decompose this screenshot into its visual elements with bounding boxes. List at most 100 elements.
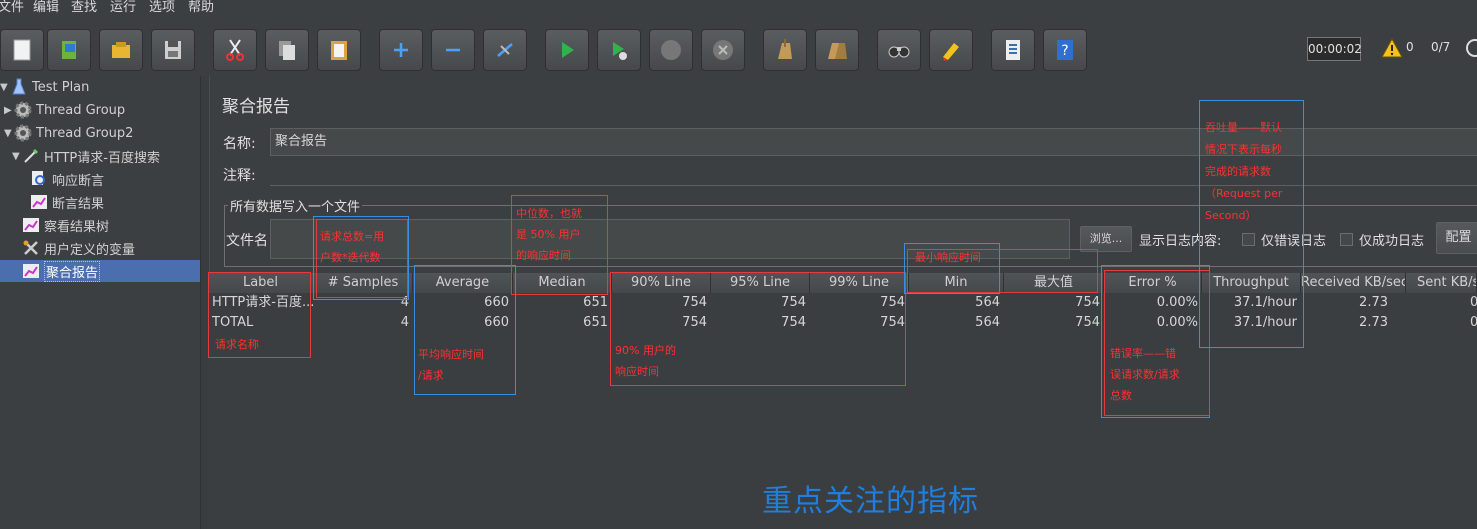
cell-max: 754 bbox=[1075, 295, 1100, 310]
menubar: 文件 编辑 查找 运行 选项 帮助 bbox=[0, 0, 1477, 18]
annotation-throughput-note-4: （Request per bbox=[1205, 187, 1283, 200]
templates-button[interactable] bbox=[47, 29, 91, 71]
annotation-average-note-2: /请求 bbox=[418, 369, 444, 382]
cell-received: 2.73 bbox=[1359, 315, 1388, 330]
cell-sent: 0 bbox=[1470, 295, 1477, 310]
shutdown-button[interactable] bbox=[701, 29, 745, 71]
test-plan-tree: ▼ Test Plan ▶ Thread Group ▼ Thread Grou… bbox=[0, 76, 200, 529]
start-button[interactable] bbox=[545, 29, 589, 71]
menu-options[interactable]: 选项 bbox=[149, 0, 175, 16]
page-title: 聚合报告 bbox=[222, 97, 290, 117]
flask-icon bbox=[10, 78, 28, 96]
menu-search[interactable]: 查找 bbox=[71, 0, 97, 16]
expand-arrow-icon[interactable]: ▶ bbox=[4, 105, 14, 116]
stop-icon bbox=[661, 40, 681, 60]
menu-run[interactable]: 运行 bbox=[110, 0, 136, 16]
tree-node-user-defined-variables[interactable]: 用户定义的变量 bbox=[22, 237, 135, 259]
function-helper-button[interactable] bbox=[991, 29, 1035, 71]
active-threads: 0/7 bbox=[1431, 40, 1451, 54]
annotation-error-note-1: 错误率——错 bbox=[1110, 347, 1176, 360]
menu-edit[interactable]: 编辑 bbox=[33, 0, 59, 16]
tree-node-response-assertion[interactable]: 响应断言 bbox=[30, 168, 104, 190]
comment-label: 注释: bbox=[223, 168, 256, 184]
start-no-pauses-button[interactable] bbox=[597, 29, 641, 71]
annotation-error-note-2: 误请求数/请求 bbox=[1110, 368, 1180, 381]
annotation-throughput-note-3: 完成的请求数 bbox=[1205, 165, 1271, 178]
remote-icon[interactable] bbox=[1465, 38, 1477, 58]
col-sent[interactable]: Sent KB/sec bbox=[1406, 273, 1477, 293]
wrench-icon bbox=[22, 239, 40, 257]
expand-all-button[interactable] bbox=[379, 29, 423, 71]
file-group-title: 所有数据写入一个文件 bbox=[228, 196, 363, 215]
help-button[interactable]: ? bbox=[1043, 29, 1087, 71]
cell-min: 564 bbox=[975, 315, 1000, 330]
save-icon bbox=[165, 41, 181, 59]
copy-icon bbox=[279, 41, 295, 60]
clear-icon bbox=[778, 39, 792, 59]
tree-node-view-results-tree[interactable]: 察看结果树 bbox=[22, 214, 109, 236]
toolbar: ? 00:00:02 0 0/7 bbox=[0, 18, 1477, 76]
gear-icon bbox=[14, 124, 32, 142]
cell-median: 651 bbox=[583, 315, 608, 330]
annotation-throughput-note-2: 情况下表示每秒 bbox=[1205, 143, 1282, 156]
menu-file[interactable]: 文件 bbox=[0, 0, 24, 16]
cut-button[interactable] bbox=[213, 29, 257, 71]
new-button[interactable] bbox=[0, 29, 44, 71]
open-button[interactable] bbox=[99, 29, 143, 71]
shutdown-icon bbox=[713, 40, 733, 60]
success-only-label: 仅成功日志 bbox=[1359, 234, 1425, 249]
menu-help[interactable]: 帮助 bbox=[188, 0, 214, 16]
toggle-icon bbox=[497, 43, 513, 57]
stop-button[interactable] bbox=[649, 29, 693, 71]
tree-node-thread-group2[interactable]: ▼ Thread Group2 bbox=[4, 122, 133, 144]
clear-button[interactable] bbox=[763, 29, 807, 71]
collapse-arrow-icon[interactable]: ▼ bbox=[12, 151, 22, 162]
tree-node-thread-group[interactable]: ▶ Thread Group bbox=[4, 99, 125, 121]
annotation-median-note-3: 的响应时间 bbox=[516, 249, 571, 262]
annotation-error-note-3: 总数 bbox=[1110, 389, 1132, 402]
reset-search-button[interactable] bbox=[929, 29, 973, 71]
clear-all-button[interactable] bbox=[815, 29, 859, 71]
tree-node-test-plan[interactable]: ▼ Test Plan bbox=[0, 76, 89, 98]
configure-button[interactable]: 配置 bbox=[1436, 222, 1477, 254]
toggle-button[interactable] bbox=[483, 29, 527, 71]
save-button[interactable] bbox=[151, 29, 195, 71]
key-metrics-headline: 重点关注的指标 bbox=[762, 484, 979, 519]
annotation-min-note: 最小响应时间 bbox=[915, 251, 981, 264]
start-icon bbox=[562, 42, 574, 58]
gear-icon bbox=[14, 101, 32, 119]
graph-icon bbox=[30, 193, 48, 211]
collapse-arrow-icon[interactable]: ▼ bbox=[0, 82, 10, 93]
new-icon bbox=[13, 39, 31, 61]
magnifier-icon bbox=[30, 170, 48, 188]
graph-icon bbox=[22, 262, 40, 280]
warning-icon[interactable] bbox=[1381, 38, 1403, 58]
search-icon bbox=[888, 46, 910, 58]
annotation-median-note-1: 中位数，也就 bbox=[516, 207, 582, 220]
name-label: 名称: bbox=[223, 136, 256, 152]
success-only-checkbox[interactable] bbox=[1340, 233, 1353, 246]
search-button[interactable] bbox=[877, 29, 921, 71]
cell-samples: 4 bbox=[400, 315, 409, 330]
collapse-all-button[interactable] bbox=[431, 29, 475, 71]
open-icon bbox=[112, 42, 130, 58]
warning-count: 0 bbox=[1406, 40, 1414, 54]
clear-all-icon bbox=[828, 43, 847, 59]
collapse-icon bbox=[446, 48, 460, 52]
annotation-line90-note-2: 响应时间 bbox=[615, 365, 659, 378]
tree-node-aggregate-report[interactable]: 聚合报告 bbox=[0, 260, 200, 282]
collapse-arrow-icon[interactable]: ▼ bbox=[4, 128, 14, 139]
tree-node-assertion-results[interactable]: 断言结果 bbox=[30, 191, 104, 213]
annotation-samples-note-1: 请求总数=用 bbox=[320, 230, 385, 243]
cell-received: 2.73 bbox=[1359, 295, 1388, 310]
graph-icon bbox=[22, 216, 40, 234]
annotation-throughput-note-1: 吞吐量——默认 bbox=[1205, 121, 1282, 134]
col-received[interactable]: Received KB/sec bbox=[1301, 273, 1406, 293]
paste-button[interactable] bbox=[317, 29, 361, 71]
copy-button[interactable] bbox=[265, 29, 309, 71]
annotation-throughput-note-5: Second） bbox=[1205, 209, 1257, 222]
function-helper-icon bbox=[1006, 40, 1020, 60]
tree-node-http-request[interactable]: ▼ HTTP请求-百度搜索 bbox=[12, 145, 160, 167]
start-no-pause-icon bbox=[613, 42, 627, 60]
cut-icon bbox=[226, 39, 244, 61]
